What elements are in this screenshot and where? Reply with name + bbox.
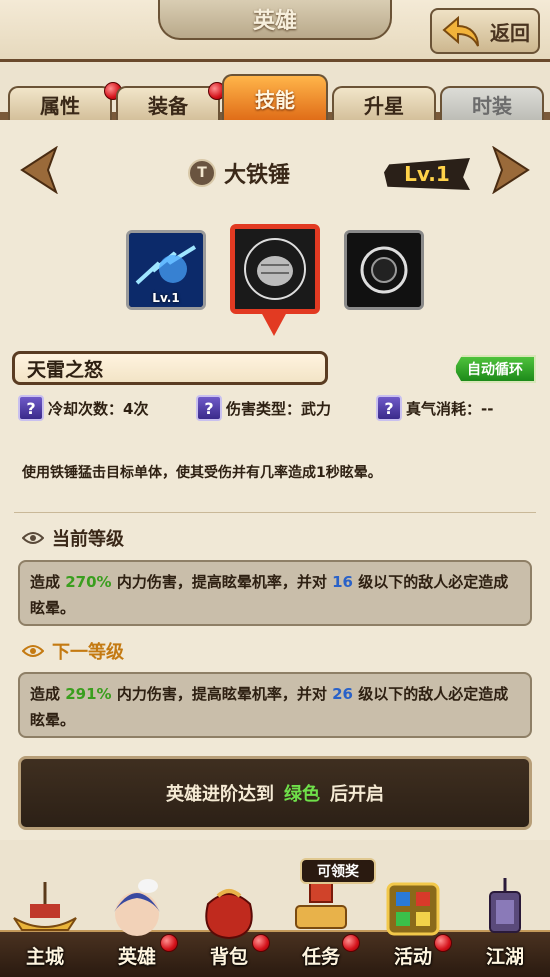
nav-label: 江湖 [485,946,524,968]
skill-description: 使用铁锤猛击目标单体，使其受伤并有几率造成1秒眩晕。 [22,465,382,481]
unlock-requirement: 英雄进阶达到 绿色 后开启 [18,756,532,830]
notification-dot [252,934,270,952]
next-skill-arrow-icon[interactable] [490,146,532,194]
back-button[interactable]: 返回 [430,8,540,54]
nav-main-city[interactable]: 主城 [0,862,90,977]
nav-jianghu[interactable]: 江湖 [460,862,550,977]
eye-icon [22,645,44,657]
damage-percent: 270% [65,573,112,591]
text-segment: 内力伤害，提高眩晕机率，并对 [116,573,327,591]
tab-attributes[interactable]: 属性 [8,86,112,120]
tab-skills[interactable]: 技能 [222,74,328,120]
eye-icon [22,532,44,544]
fist-icon [235,229,315,309]
lantern-icon [489,878,521,933]
nav-label: 主城 [25,946,64,968]
stat-text: 伤害类型：武力 [226,399,332,418]
damage-type-stat: ? 伤害类型：武力 [196,395,331,421]
skill-header: T 大铁锤 [188,156,290,190]
unlock-color-word: 绿色 [284,784,320,805]
nav-events[interactable]: 活动 [368,862,458,977]
tab-label: 装备 [148,93,188,118]
thunder-skill-icon[interactable]: Lv.1 [126,230,206,310]
skill-icon-level: Lv.1 [152,291,180,305]
skill-type-icon: T [188,159,216,187]
tab-label: 技能 [255,87,295,112]
skill-name: 大铁锤 [224,163,291,188]
question-mark-icon[interactable]: ? [196,395,222,421]
damage-percent: 291% [65,685,112,703]
tab-star-up[interactable]: 升星 [332,86,436,120]
current-level-box: 造成 270% 内力伤害，提高眩晕机率，并对 16 级以下的敌人必定造成眩晕。 [18,560,532,626]
tab-equipment[interactable]: 装备 [116,86,220,120]
current-level-heading: 当前等级 [22,524,124,552]
cooldown-stat: ? 冷却次数：4次 [18,395,148,421]
back-arrow-icon [442,15,479,47]
scroll-icon [295,879,347,929]
skill-title: 天雷之怒 [12,351,328,385]
auto-loop-tag: 自动循环 [454,355,536,383]
text-segment: 造成 [30,685,61,703]
text-segment: 造成 [30,573,61,591]
treasure-box-icon [386,882,440,936]
tab-costume[interactable]: 时装 [440,86,544,120]
hero-avatar-icon [114,879,160,936]
fist-skill-icon[interactable] [230,224,320,314]
level-limit: 26 [332,685,353,703]
question-mark-icon[interactable]: ? [376,395,402,421]
previous-skill-arrow-icon[interactable] [18,146,60,194]
level-limit: 16 [332,573,353,591]
divider [14,512,536,513]
heading-text: 当前等级 [52,529,124,550]
shockwave-icon [347,233,421,307]
page-title: 英雄 [158,0,392,40]
next-level-box: 造成 291% 内力伤害，提高眩晕机率，并对 26 级以下的敌人必定造成眩晕。 [18,672,532,738]
next-level-heading: 下一等级 [22,637,124,665]
notification-dot [342,934,360,952]
shockwave-skill-icon[interactable] [344,230,424,310]
unlock-text: 英雄进阶达到 [166,784,274,805]
tab-label: 升星 [364,93,404,118]
bag-icon [205,889,253,940]
notification-dot [160,934,178,952]
energy-cost-stat: ? 真气消耗：-- [376,395,493,421]
heading-text: 下一等级 [52,642,124,663]
nav-backpack[interactable]: 背包 [184,862,274,977]
unlock-text: 后开启 [330,784,384,805]
tab-label: 属性 [40,93,80,118]
text-segment: 内力伤害，提高眩晕机率，并对 [116,685,327,703]
ship-icon [13,882,77,931]
question-mark-icon[interactable]: ? [18,395,44,421]
claim-reward-tag: 可领奖 [300,858,376,884]
nav-heroes[interactable]: 英雄 [92,862,182,977]
stat-text: 真气消耗：-- [406,399,494,418]
stat-text: 冷却次数：4次 [48,399,149,418]
tab-label: 时装 [472,93,512,118]
notification-dot [434,934,452,952]
back-label: 返回 [490,20,530,45]
